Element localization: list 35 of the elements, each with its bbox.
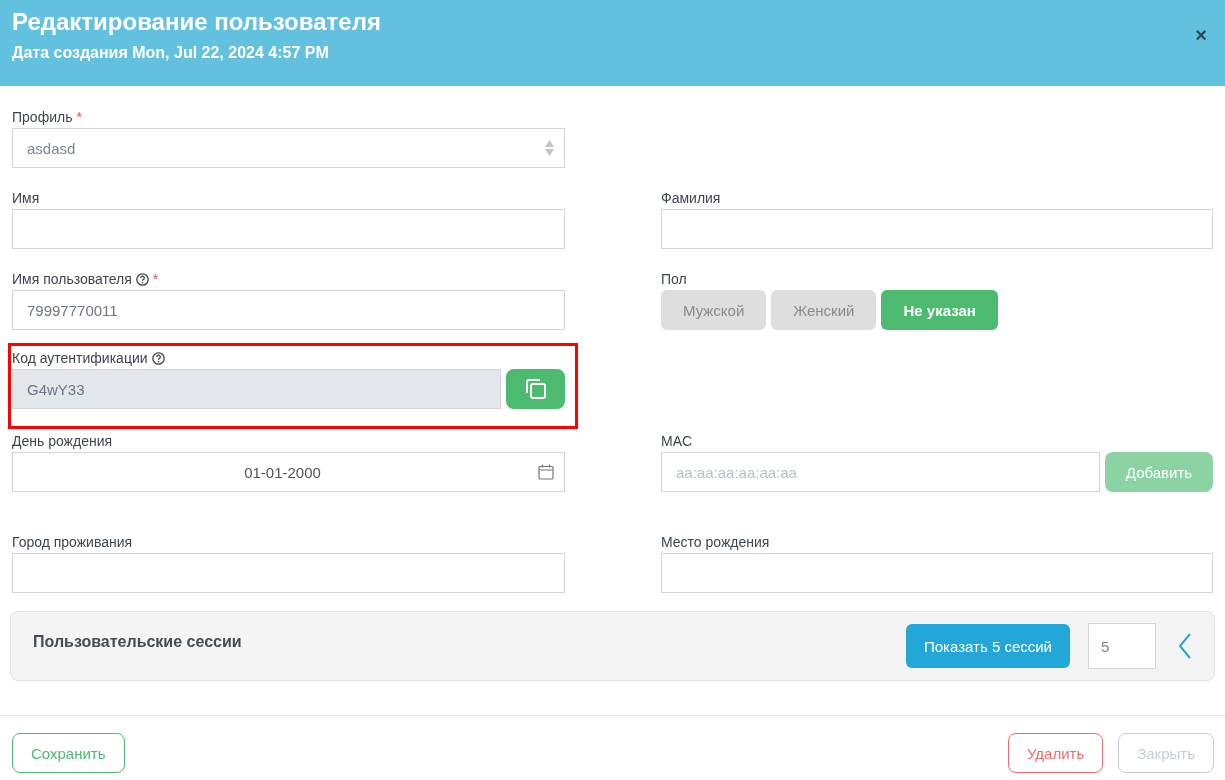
required-mark: * [76,109,82,125]
show-sessions-button[interactable]: Показать 5 сессий [905,624,1070,668]
field-label: Профиль [12,109,73,125]
field-label: День рождения [12,433,113,449]
field-label: Пол [661,271,687,287]
creation-date: Дата создания Mon, Jul 22, 2024 4:57 PM [12,43,330,63]
field-label: Имя [12,190,40,206]
field-label: MAC [661,433,693,449]
city-input[interactable] [12,553,565,593]
chevron-left-icon[interactable] [1178,633,1192,659]
field-label: Место рождения [661,534,770,550]
gender-option[interactable]: Мужской [661,290,767,330]
username-input[interactable]: 79997770011 [12,290,565,330]
birthday-input[interactable]: 01-01-2000 [12,452,565,492]
first-name-input[interactable] [12,209,565,249]
birthplace-input[interactable] [661,553,1213,593]
sessions-title: Пользовательские сессии [33,633,243,651]
gender-option[interactable]: Женский [771,290,877,330]
profile-select[interactable]: asdasd [12,128,565,168]
sort-arrows-icon [545,140,554,156]
copy-icon [524,378,547,400]
field-label: Фамилия [661,190,721,206]
field-label: Имя пользователя [12,271,132,287]
last-name-input[interactable] [661,209,1213,249]
field-label: Город проживания [12,534,133,550]
required-mark: * [152,271,159,287]
field-label: Код аутентификации [12,350,148,366]
close-button[interactable]: × [1189,25,1213,45]
save-button[interactable]: Сохранить [12,733,125,773]
mac-input[interactable]: aa:aa:aa:aa:aa:aa [661,452,1100,492]
session-count-input[interactable]: 5 [1088,623,1156,669]
delete-button[interactable]: Удалить [1007,733,1104,773]
calendar-icon [538,464,554,480]
dialog-title: Редактирование пользователя [12,7,381,37]
gender-option[interactable]: Не указан [881,290,998,330]
